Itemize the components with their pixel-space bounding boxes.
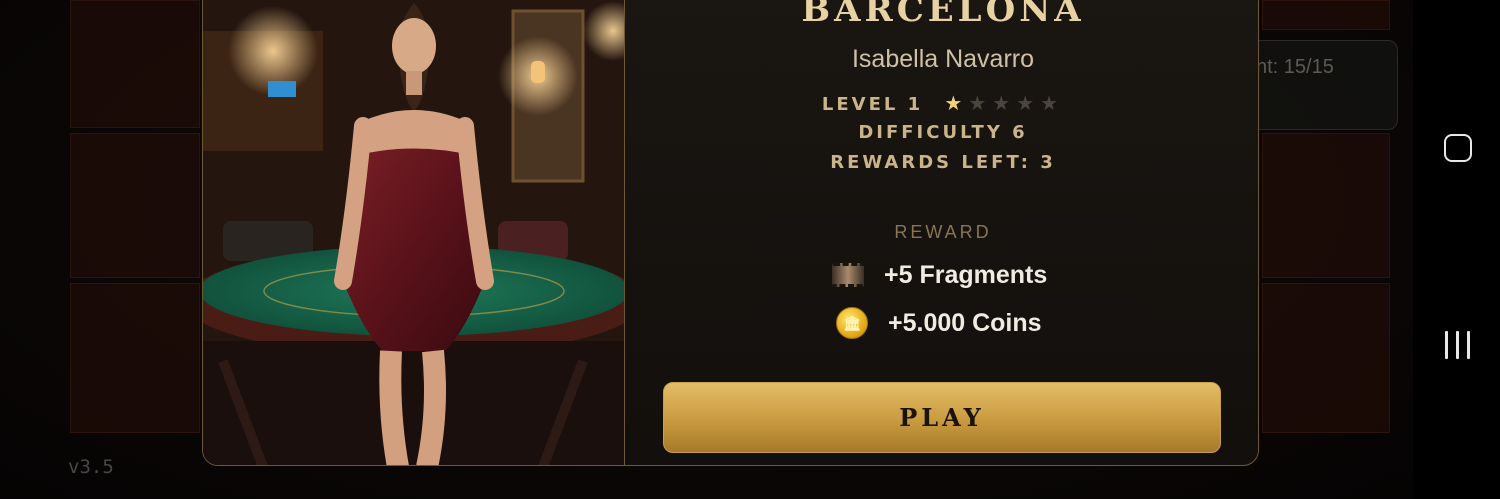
background-tile	[70, 133, 200, 278]
difficulty-label: DIFFICULTY 6	[858, 122, 1028, 143]
background-tile	[70, 0, 200, 128]
rewards-left-label: REWARDS LEFT: 3	[830, 152, 1056, 173]
star-empty-icon: ★	[1040, 91, 1065, 115]
character-portrait	[203, 0, 625, 465]
star-filled-icon: ★	[944, 91, 969, 115]
background-tile	[70, 283, 200, 433]
character-name: Isabella Navarro	[851, 45, 1035, 73]
recents-button-icon[interactable]	[1444, 331, 1472, 359]
version-label: v3.5	[68, 456, 114, 478]
star-empty-icon: ★	[992, 91, 1017, 115]
star-empty-icon: ★	[968, 91, 993, 115]
background-tile	[1262, 133, 1390, 278]
level-label: LEVEL 1	[821, 94, 924, 115]
reward-fragments: +5 Fragments	[832, 258, 1047, 292]
reward-coins: 🏛 +5.000 Coins	[836, 306, 1042, 340]
level-stars: ★★★★★	[944, 91, 1064, 115]
film-fragment-icon	[832, 263, 864, 287]
home-button-icon[interactable]	[1444, 134, 1472, 162]
star-empty-icon: ★	[1016, 91, 1041, 115]
background-tile	[1262, 283, 1390, 433]
gold-coin-icon: 🏛	[836, 307, 868, 339]
reward-coins-label: +5.000 Coins	[888, 308, 1042, 337]
location-title: BARCELONA	[801, 0, 1085, 30]
location-info-panel: BARCELONA Isabella Navarro LEVEL 1 ★★★★★…	[626, 0, 1258, 465]
level-row: LEVEL 1 ★★★★★	[626, 91, 1258, 115]
background-status-text: nt: 15/15	[1256, 56, 1334, 78]
reward-fragments-label: +5 Fragments	[884, 260, 1048, 289]
play-button[interactable]: PLAY	[663, 382, 1221, 453]
reward-heading: REWARD	[894, 222, 992, 242]
location-modal: BARCELONA Isabella Navarro LEVEL 1 ★★★★★…	[202, 0, 1259, 466]
portrait-illustration	[203, 0, 624, 465]
system-nav-bar	[1413, 0, 1500, 499]
background-tile	[1262, 0, 1390, 30]
